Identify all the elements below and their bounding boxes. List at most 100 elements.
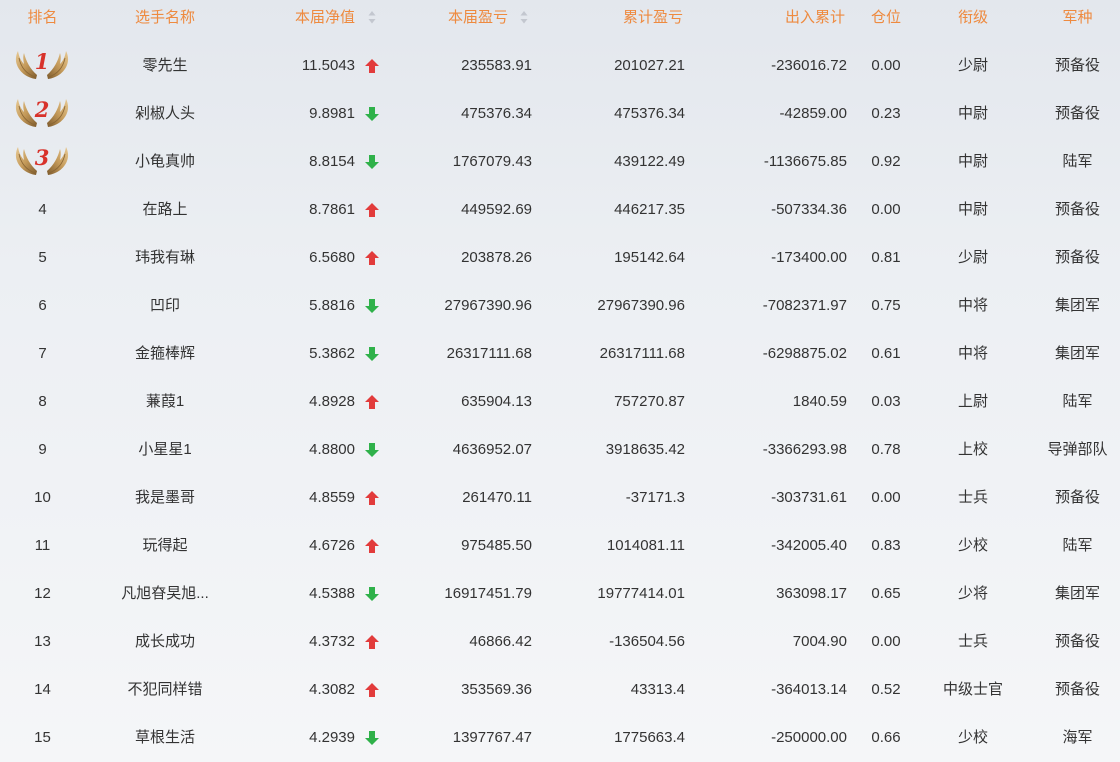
arrow-down-icon xyxy=(364,570,380,618)
profit: 261470.11 xyxy=(462,489,532,506)
net-value: 5.3862 xyxy=(309,345,355,362)
profit: 16917451.79 xyxy=(444,585,532,602)
net-value: 8.8154 xyxy=(309,153,355,170)
rank-cell: 12 xyxy=(0,570,85,618)
service-branch: 预备役 xyxy=(1054,249,1100,266)
player-name[interactable]: 凡旭昚旲旭... xyxy=(85,570,245,618)
net-value: 5.8816 xyxy=(309,297,355,314)
military-title: 少校 xyxy=(957,729,988,746)
cumulative-profit: 195142.64 xyxy=(614,249,685,266)
military-title: 少尉 xyxy=(957,57,988,74)
cumulative-profit: 1014081.11 xyxy=(606,537,685,554)
position: 0.00 xyxy=(871,57,901,74)
player-name[interactable]: 玩得起 xyxy=(85,522,245,570)
player-name[interactable]: 小星星1 xyxy=(85,426,245,474)
arrow-down-icon xyxy=(364,138,380,186)
cumulative-profit: 475376.34 xyxy=(614,105,685,122)
sort-icon[interactable] xyxy=(520,10,528,25)
in-out-total: -342005.40 xyxy=(771,537,847,554)
player-name[interactable]: 剁椒人头 xyxy=(85,90,245,138)
player-name[interactable]: 玮我有琳 xyxy=(85,234,245,282)
arrow-up-icon xyxy=(364,474,380,522)
net-value: 11.5043 xyxy=(301,57,355,74)
military-title: 少将 xyxy=(957,585,988,602)
net-value: 4.3082 xyxy=(309,681,355,698)
position: 0.66 xyxy=(871,729,901,746)
rank-cell: 9 xyxy=(0,426,85,474)
position: 0.92 xyxy=(871,153,901,170)
military-title: 少校 xyxy=(957,537,988,554)
service-branch: 陆军 xyxy=(1062,393,1093,410)
net-value: 4.6726 xyxy=(309,537,355,554)
player-name[interactable]: 成长成功 xyxy=(85,618,245,666)
player-name[interactable]: 凹印 xyxy=(85,282,245,330)
player-name[interactable]: 不犯同样错 xyxy=(85,666,245,714)
rank-number: 9 xyxy=(38,441,47,458)
table-row: 15 草根生活 4.2939 1397767.47 1775663.4 -250000.0… xyxy=(0,714,1120,762)
in-out-total: -6298875.02 xyxy=(762,345,847,362)
service-branch: 预备役 xyxy=(1054,681,1100,698)
arrow-up-icon xyxy=(364,618,380,666)
rank-cell: 2 xyxy=(0,90,85,138)
table-row: 14 不犯同样错 4.3082 353569.36 43313.4 -364013.14 0… xyxy=(0,666,1120,714)
in-out-total: -236016.72 xyxy=(771,57,847,74)
rank-cell: 5 xyxy=(0,234,85,282)
sort-icon[interactable] xyxy=(368,10,376,25)
rank-medal: 3 xyxy=(14,145,70,177)
arrow-down-icon xyxy=(364,282,380,330)
cumulative-profit: 1775663.4 xyxy=(614,729,685,746)
cumulative-profit: 439122.49 xyxy=(614,153,685,170)
table-body: 1 零先生 11.5043 235583.91 201027.21 -236016.72 0… xyxy=(0,42,1120,762)
position: 0.00 xyxy=(871,633,901,650)
table-row: 7 金箍棒辉 5.3862 26317111.68 26317111.68 -629887… xyxy=(0,330,1120,378)
rank-number: 4 xyxy=(38,201,47,218)
header-cumulative-profit: 累计盈亏 xyxy=(622,9,683,26)
profit: 1767079.43 xyxy=(452,153,532,170)
player-name[interactable]: 蒹葭1 xyxy=(85,378,245,426)
rank-medal: 1 xyxy=(14,49,70,81)
table-row: 12 凡旭昚旲旭... 4.5388 16917451.79 19777414.01 36… xyxy=(0,570,1120,618)
player-name[interactable]: 小龟真帅 xyxy=(85,138,245,186)
position: 0.23 xyxy=(871,105,901,122)
profit: 353569.36 xyxy=(461,681,532,698)
cumulative-profit: 757270.87 xyxy=(614,393,685,410)
rank-number: 8 xyxy=(38,393,47,410)
player-name[interactable]: 在路上 xyxy=(85,186,245,234)
service-branch: 集团军 xyxy=(1054,585,1100,602)
rank-cell: 10 xyxy=(0,474,85,522)
net-value: 4.3732 xyxy=(309,633,355,650)
rank-number: 6 xyxy=(38,297,47,314)
table-row: 2 剁椒人头 9.8981 475376.34 475376.34 -42859.00 0.… xyxy=(0,90,1120,138)
header-net-value[interactable]: 本届净值 xyxy=(245,0,355,35)
cumulative-profit: 201027.21 xyxy=(614,57,685,74)
arrow-down-icon xyxy=(364,90,380,138)
header-player-name: 选手名称 xyxy=(134,9,195,26)
rank-cell: 13 xyxy=(0,618,85,666)
service-branch: 集团军 xyxy=(1054,297,1100,314)
military-title: 上校 xyxy=(957,441,988,458)
rank-number: 7 xyxy=(38,345,47,362)
service-branch: 陆军 xyxy=(1062,537,1093,554)
header-in-out-total: 出入累计 xyxy=(784,9,845,26)
rank-cell: 4 xyxy=(0,186,85,234)
player-name[interactable]: 金箍棒辉 xyxy=(85,330,245,378)
arrow-down-icon xyxy=(364,714,380,762)
net-value: 4.5388 xyxy=(309,585,355,602)
rank-number: 1 xyxy=(34,49,50,74)
rank-number: 15 xyxy=(34,729,51,746)
header-profit[interactable]: 本届盈亏 xyxy=(400,0,508,35)
table-row: 5 玮我有琳 6.5680 203878.26 195142.64 -173400.00 0… xyxy=(0,234,1120,282)
rank-cell: 15 xyxy=(0,714,85,762)
arrow-up-icon xyxy=(364,42,380,90)
player-name[interactable]: 草根生活 xyxy=(85,714,245,762)
player-name[interactable]: 零先生 xyxy=(85,42,245,90)
rank-cell: 3 xyxy=(0,138,85,186)
rank-cell: 11 xyxy=(0,522,85,570)
arrow-up-icon xyxy=(364,666,380,714)
player-name[interactable]: 我是墨哥 xyxy=(85,474,245,522)
service-branch: 预备役 xyxy=(1054,105,1100,122)
service-branch: 预备役 xyxy=(1054,633,1100,650)
table-row: 6 凹印 5.8816 27967390.96 27967390.96 -7082371.… xyxy=(0,282,1120,330)
military-title: 中将 xyxy=(957,297,988,314)
in-out-total: -303731.61 xyxy=(771,489,847,506)
